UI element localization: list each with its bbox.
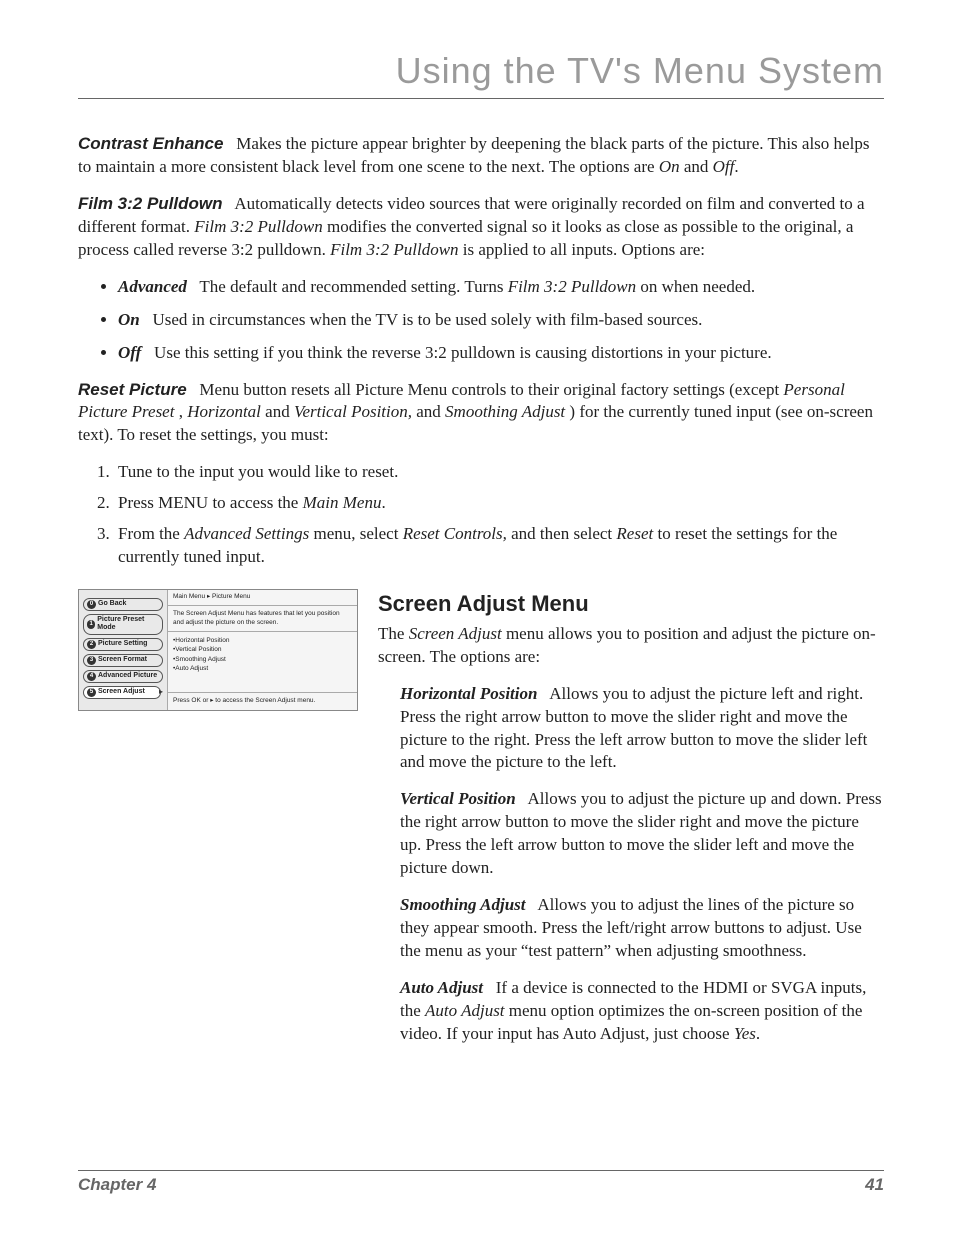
page-header: Using the TV's Menu System bbox=[78, 50, 884, 99]
list-item: •Horizontal Position bbox=[173, 636, 352, 645]
list-item: Advanced The default and recommended set… bbox=[118, 276, 884, 299]
list-item: Off Use this setting if you think the re… bbox=[118, 342, 884, 365]
text: Auto Adjust bbox=[425, 1001, 505, 1020]
body: Contrast Enhance Makes the picture appea… bbox=[78, 133, 884, 1060]
breadcrumb: Main Menu ▸ Picture Menu bbox=[168, 590, 357, 606]
reset-picture-label: Reset Picture bbox=[78, 380, 187, 399]
menu-screenshot: 0Go Back 1Picture Preset Mode 2Picture S… bbox=[78, 589, 358, 711]
nav-go-back: 0Go Back bbox=[83, 598, 163, 611]
text: and bbox=[265, 402, 294, 421]
text: Menu button resets all Picture Menu cont… bbox=[199, 380, 783, 399]
nav-picture-setting: 2Picture Setting bbox=[83, 638, 163, 651]
nav-screen-format: 3Screen Format bbox=[83, 654, 163, 667]
vertical-position-para: Vertical Position Allows you to adjust t… bbox=[400, 788, 884, 880]
option-label: On bbox=[118, 310, 140, 329]
screen-adjust-title: Screen Adjust Menu bbox=[378, 589, 884, 619]
text: The bbox=[378, 624, 409, 643]
menu-hint: Press OK or ▸ to access the Screen Adjus… bbox=[168, 692, 357, 710]
smoothing-adjust-para: Smoothing Adjust Allows you to adjust th… bbox=[400, 894, 884, 963]
text: on when needed. bbox=[640, 277, 755, 296]
text: Off bbox=[713, 157, 735, 176]
list-item: From the Advanced Settings menu, select … bbox=[114, 523, 884, 569]
page-number: 41 bbox=[865, 1175, 884, 1195]
nav-advanced-picture: 4Advanced Picture bbox=[83, 670, 163, 683]
reset-picture-para: Reset Picture Menu button resets all Pic… bbox=[78, 379, 884, 448]
film-pulldown-label: Film 3:2 Pulldown bbox=[78, 194, 223, 213]
list-item: •Smoothing Adjust bbox=[173, 655, 352, 664]
text: Film 3:2 Pulldown bbox=[194, 217, 322, 236]
list-item: •Vertical Position bbox=[173, 645, 352, 654]
nav-picture-preset: 1Picture Preset Mode bbox=[83, 614, 163, 635]
list-item: Press MENU to access the Main Menu. bbox=[114, 492, 884, 515]
menu-panel: Main Menu ▸ Picture Menu The Screen Adju… bbox=[167, 590, 357, 710]
nav-screen-adjust: 5Screen Adjust bbox=[83, 686, 161, 699]
text: and bbox=[684, 157, 713, 176]
text: Reset bbox=[616, 524, 653, 543]
option-label: Vertical Position bbox=[400, 789, 516, 808]
text: and bbox=[416, 402, 445, 421]
text: . bbox=[381, 493, 385, 512]
text: Yes bbox=[734, 1024, 756, 1043]
text: , bbox=[179, 402, 188, 421]
option-label: Horizontal Position bbox=[400, 684, 537, 703]
text: Film 3:2 Pulldown bbox=[330, 240, 458, 259]
contrast-enhance-label: Contrast Enhance bbox=[78, 134, 223, 153]
text: Reset Controls, bbox=[403, 524, 507, 543]
text: Main Menu bbox=[303, 493, 382, 512]
text: and then select bbox=[511, 524, 616, 543]
text: The default and recommended setting. Tur… bbox=[199, 277, 507, 296]
chevron-right-icon: ▸ bbox=[159, 687, 163, 698]
reset-steps: Tune to the input you would like to rese… bbox=[114, 461, 884, 569]
option-label: Advanced bbox=[118, 277, 187, 296]
film-pulldown-para: Film 3:2 Pulldown Automatically detects … bbox=[78, 193, 884, 262]
menu-description: The Screen Adjust Menu has features that… bbox=[168, 606, 357, 633]
auto-adjust-para: Auto Adjust If a device is connected to … bbox=[400, 977, 884, 1046]
text: Used in circumstances when the TV is to … bbox=[152, 310, 702, 329]
text: From the bbox=[118, 524, 184, 543]
chapter-label: Chapter 4 bbox=[78, 1175, 156, 1195]
text: Use this setting if you think the revers… bbox=[154, 343, 772, 362]
horizontal-position-para: Horizontal Position Allows you to adjust… bbox=[400, 683, 884, 775]
text: Advanced Settings bbox=[184, 524, 309, 543]
text: . bbox=[734, 157, 738, 176]
list-item: •Auto Adjust bbox=[173, 664, 352, 673]
text: On bbox=[659, 157, 680, 176]
text: Film 3:2 Pulldown bbox=[508, 277, 636, 296]
screen-adjust-intro: The Screen Adjust menu allows you to pos… bbox=[378, 623, 884, 669]
page: Using the TV's Menu System Contrast Enha… bbox=[0, 0, 954, 1235]
option-label: Off bbox=[118, 343, 141, 362]
text: . bbox=[756, 1024, 760, 1043]
text: Smoothing Adjust bbox=[445, 402, 565, 421]
text: is applied to all inputs. Options are: bbox=[463, 240, 705, 259]
text: menu, select bbox=[313, 524, 402, 543]
contrast-enhance-para: Contrast Enhance Makes the picture appea… bbox=[78, 133, 884, 179]
text: Vertical Position, bbox=[294, 402, 412, 421]
film-options-list: Advanced The default and recommended set… bbox=[118, 276, 884, 365]
menu-nav: 0Go Back 1Picture Preset Mode 2Picture S… bbox=[79, 590, 167, 710]
page-footer: Chapter 4 41 bbox=[78, 1170, 884, 1195]
list-item: On Used in circumstances when the TV is … bbox=[118, 309, 884, 332]
option-label: Auto Adjust bbox=[400, 978, 483, 997]
menu-options: •Horizontal Position •Vertical Position … bbox=[168, 632, 357, 692]
text: Press MENU to access the bbox=[118, 493, 303, 512]
text: Horizontal bbox=[187, 402, 261, 421]
option-label: Smoothing Adjust bbox=[400, 895, 526, 914]
text: Screen Adjust bbox=[409, 624, 502, 643]
list-item: Tune to the input you would like to rese… bbox=[114, 461, 884, 484]
